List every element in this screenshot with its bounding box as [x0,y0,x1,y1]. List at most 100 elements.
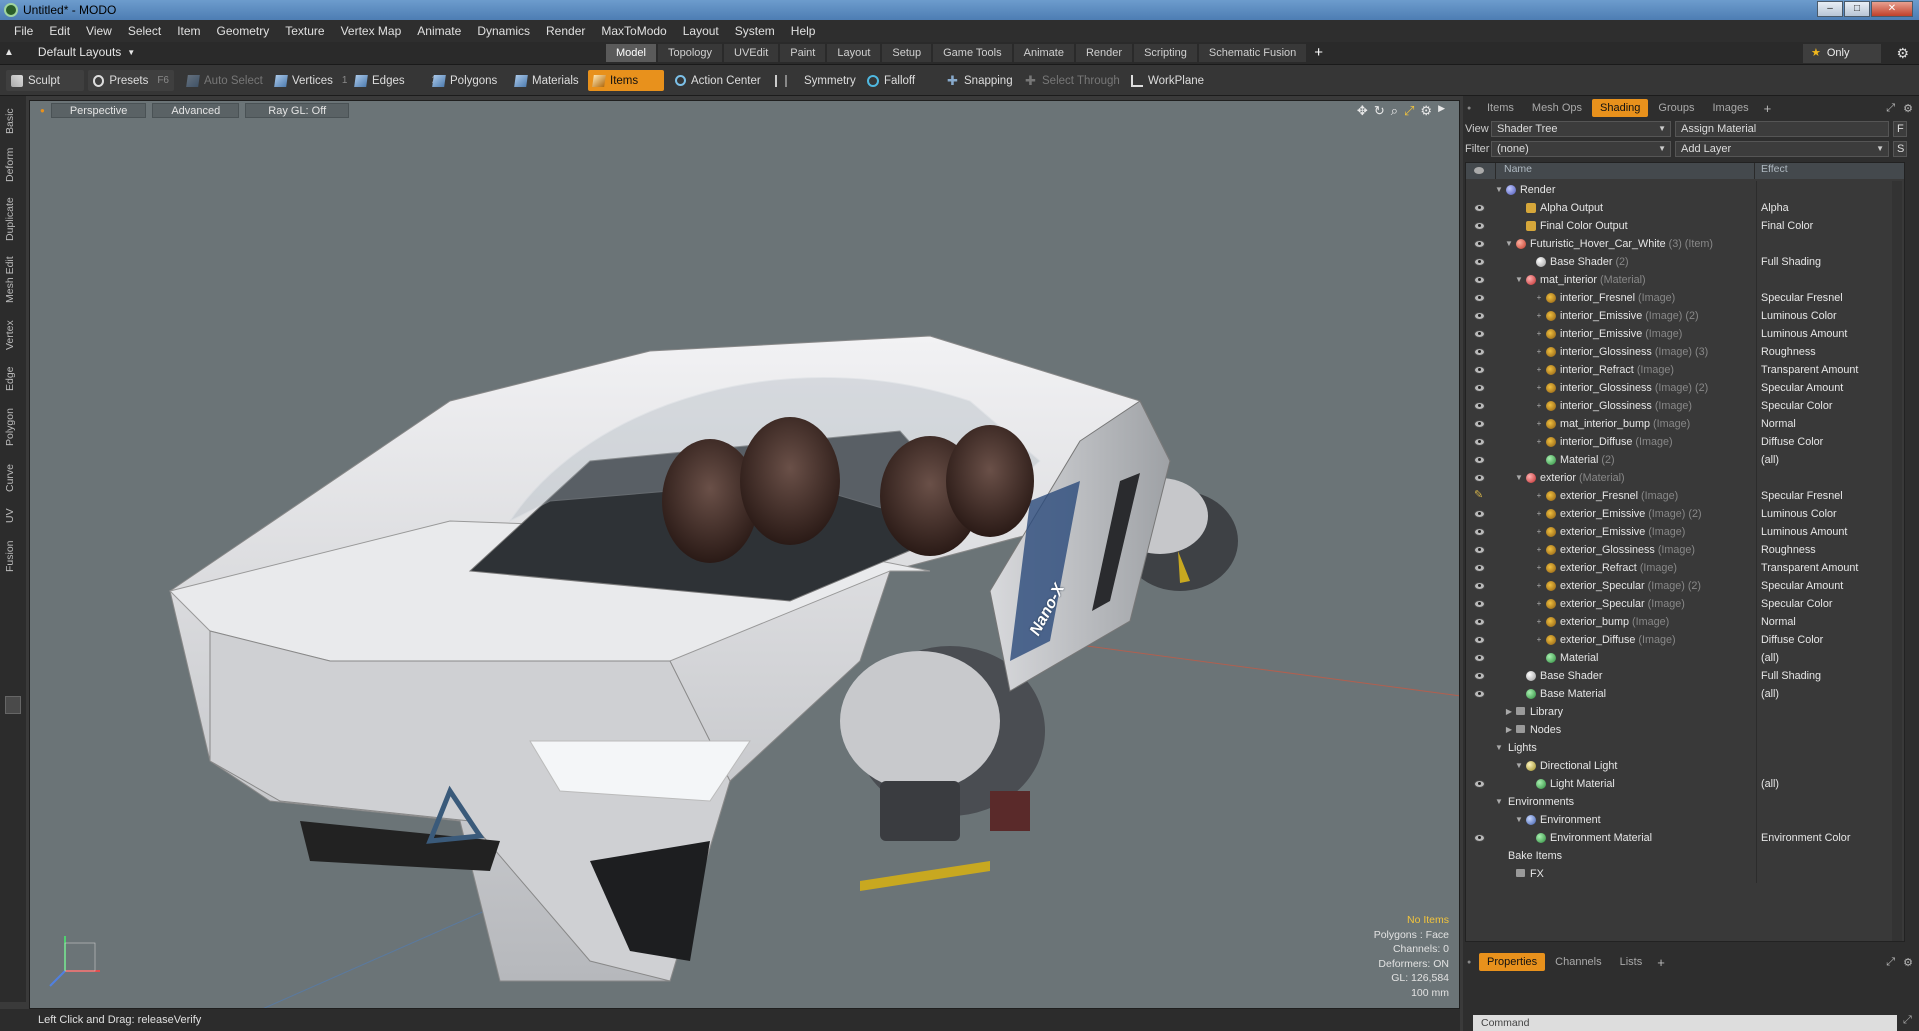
default-layouts-dropdown[interactable]: ▲ Default Layouts ▼ [4,45,135,59]
shader-tree-row[interactable]: +exterior_bump (Image)Normal▼ [1466,613,1904,631]
shader-tree-row[interactable]: + interior_Refract (Image) Transparent Amo… [1466,361,1904,379]
expand-toggle-icon[interactable]: + [1534,559,1544,577]
layer-effect[interactable]: Full Shading [1761,667,1891,685]
bottom-expand-icon[interactable]: ⤢ [1886,956,1895,969]
shader-tree-row[interactable]: Environment Material Environment Color▼ [1466,829,1904,847]
expand-toggle-icon[interactable]: + [1534,631,1544,649]
shader-tree-row[interactable]: + interior_Glossiness (Image) (2) Specular… [1466,379,1904,397]
shader-tree-row[interactable]: +interior_Diffuse (Image)Diffuse Color▼ [1466,433,1904,451]
items-button[interactable]: Items [588,70,664,91]
tab-layout[interactable]: Layout [827,44,881,62]
name-column-header[interactable]: Name [1496,163,1755,179]
visibility-eye-icon[interactable] [1474,348,1485,356]
shader-tree-row[interactable]: Base Material (all)▼ [1466,685,1904,703]
menu-texture[interactable]: Texture [277,24,332,38]
menu-dynamics[interactable]: Dynamics [469,24,538,38]
add-bottom-tab-button[interactable]: + [1652,955,1670,970]
tab-properties[interactable]: Properties [1479,953,1546,971]
shader-tree-row[interactable]: Alpha Output Alpha▼ [1466,199,1904,217]
layer-effect[interactable]: Alpha [1761,199,1891,217]
menu-help[interactable]: Help [783,24,824,38]
shader-tree-row[interactable]: ▶ Nodes [1466,721,1904,739]
menu-select[interactable]: Select [120,24,169,38]
shader-tree-row[interactable]: ▶ Library [1466,703,1904,721]
expand-toggle-icon[interactable]: + [1534,325,1544,343]
assign-material-button[interactable]: Assign Material [1675,121,1889,137]
layer-effect[interactable]: (all) [1761,775,1891,793]
visibility-eye-icon[interactable] [1474,528,1485,536]
menu-item[interactable]: Item [169,24,208,38]
tab-animate[interactable]: Animate [1013,44,1074,62]
layer-effect[interactable]: (all) [1761,685,1891,703]
visibility-eye-icon[interactable] [1474,654,1485,662]
visibility-eye-icon[interactable] [1474,618,1485,626]
layer-effect[interactable]: Normal [1761,415,1891,433]
action-center-button[interactable]: Action Center [670,70,766,91]
shader-tree-row[interactable]: Final Color Output Final Color▼ [1466,217,1904,235]
layer-effect[interactable]: Roughness [1761,343,1891,361]
shader-tree-row[interactable]: +mat_interior_bump (Image)Normal▼ [1466,415,1904,433]
shader-tree-row[interactable]: Base Shader Full Shading▼ [1466,667,1904,685]
tab-game-tools[interactable]: Game Tools [933,44,1012,62]
shader-tree-row[interactable]: +exterior_Diffuse (Image)Diffuse Color▼ [1466,631,1904,649]
shader-tree-row[interactable]: ▼ Environment [1466,811,1904,829]
expand-toggle-icon[interactable]: ▶ [1504,703,1514,721]
expand-toggle-icon[interactable]: + [1534,595,1544,613]
expand-toggle-icon[interactable]: ▼ [1514,469,1524,487]
tab-mesh-ops[interactable]: Mesh Ops [1524,99,1590,117]
shader-tree-row[interactable]: ▼ mat_interior (Material) [1466,271,1904,289]
shader-tree-row[interactable]: + exterior_Specular (Image) Specular Color… [1466,595,1904,613]
symmetry-button[interactable]: Symmetry [770,70,861,91]
advanced-button[interactable]: Advanced [152,103,240,118]
viewport-menu-dot[interactable]: ● [40,103,45,120]
expand-toggle-icon[interactable]: + [1534,415,1544,433]
visibility-column-header[interactable] [1466,163,1496,179]
visibility-eye-icon[interactable] [1474,294,1485,302]
shader-tree-row[interactable]: Material (all)▼ [1466,649,1904,667]
only-toggle-button[interactable]: ★ Only [1803,44,1881,63]
effect-column-header[interactable]: Effect [1755,163,1788,179]
tab-shading[interactable]: Shading [1592,99,1649,117]
fit-icon[interactable]: ⤢ [1404,103,1414,119]
visibility-eye-icon[interactable] [1474,240,1485,248]
view-dropdown[interactable]: Shader Tree [1491,121,1671,137]
expand-toggle-icon[interactable]: + [1534,541,1544,559]
visibility-eye-icon[interactable] [1474,582,1485,590]
bottom-settings-icon[interactable]: ⚙ [1903,956,1913,969]
visibility-eye-icon[interactable] [1474,780,1485,788]
bottom-panel-menu-dot[interactable]: ● [1467,959,1471,966]
layer-effect[interactable]: Luminous Amount [1761,523,1891,541]
visibility-eye-icon[interactable] [1474,474,1485,482]
add-layout-tab-button[interactable]: + [1308,44,1329,62]
expand-toggle-icon[interactable]: ▼ [1514,757,1524,775]
left-tab-vertex[interactable]: Vertex [4,314,22,356]
menu-render[interactable]: Render [538,24,593,38]
layer-effect[interactable]: (all) [1761,451,1891,469]
left-tab-fusion[interactable]: Fusion [4,534,22,578]
tab-groups[interactable]: Groups [1650,99,1702,117]
workplane-button[interactable]: WorkPlane [1126,70,1209,91]
expand-toggle-icon[interactable]: ▼ [1494,793,1504,811]
add-panel-tab-button[interactable]: + [1759,101,1777,116]
shader-tree-row[interactable]: Material (2)(all)▼ [1466,451,1904,469]
view-mode-button[interactable]: Perspective [50,103,147,118]
visibility-eye-icon[interactable] [1474,402,1485,410]
shader-tree-row[interactable]: + interior_Fresnel (Image) Specular Fresne… [1466,289,1904,307]
shader-tree-row[interactable]: ▼ Lights [1466,739,1904,757]
shader-tree-row[interactable]: ▼ Futuristic_Hover_Car_White (3) (Item) [1466,235,1904,253]
visibility-eye-icon[interactable] [1474,636,1485,644]
menu-edit[interactable]: Edit [41,24,78,38]
shader-tree-row[interactable]: ▼ Directional Light [1466,757,1904,775]
shader-tree-row[interactable]: + exterior_Emissive (Image) Luminous Amoun… [1466,523,1904,541]
add-layer-key[interactable]: S [1893,141,1907,157]
shader-tree-row[interactable]: + interior_Glossiness (Image) (3) Roughnes… [1466,343,1904,361]
menu-geometry[interactable]: Geometry [209,24,278,38]
layer-effect[interactable]: Normal [1761,613,1891,631]
command-expand-icon[interactable]: ⤢ [1903,1014,1912,1027]
visibility-eye-icon[interactable] [1474,258,1485,266]
layer-effect[interactable]: Final Color [1761,217,1891,235]
layer-effect[interactable]: Specular Color [1761,397,1891,415]
tree-scrollbar[interactable] [1892,181,1902,941]
shader-tree-row[interactable]: ✎ + exterior_Fresnel (Image) Specular Fresn… [1466,487,1904,505]
expand-toggle-icon[interactable]: + [1534,613,1544,631]
